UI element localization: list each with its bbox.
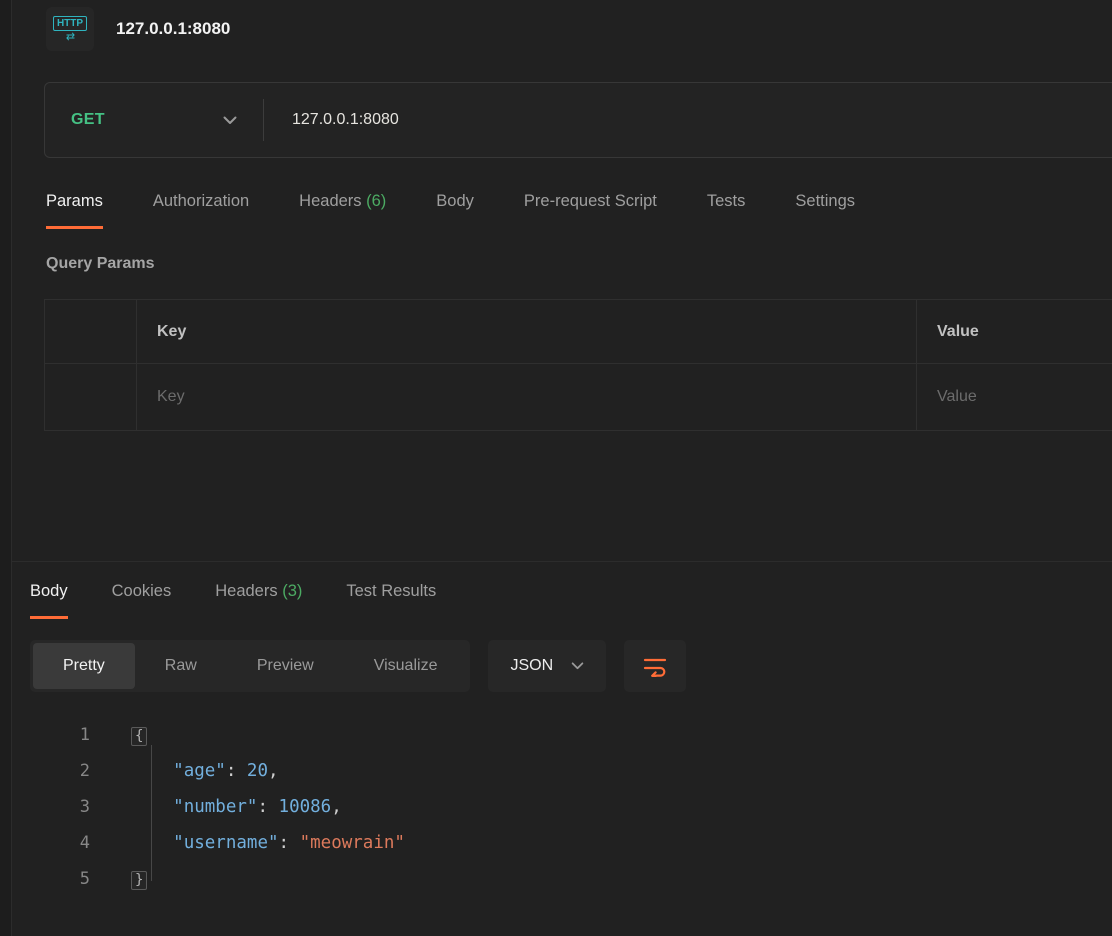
- format-dropdown[interactable]: JSON: [488, 640, 606, 692]
- tab-label: Headers: [299, 192, 361, 210]
- code-content: }: [131, 869, 147, 890]
- request-url-bar: GET: [44, 82, 1112, 158]
- http-arrows-icon: ⇄: [66, 32, 74, 42]
- key-input[interactable]: [157, 388, 916, 406]
- tab-label: Settings: [795, 192, 855, 210]
- response-tab-body[interactable]: Body: [30, 582, 68, 619]
- tab-label: Body: [436, 192, 474, 210]
- tab-label: Body: [30, 582, 68, 600]
- tab-count-badge: (3): [278, 582, 303, 600]
- value-column-header: Value: [916, 300, 1112, 364]
- code-line: 5}: [30, 861, 1112, 897]
- view-tab-pretty[interactable]: Pretty: [33, 643, 135, 689]
- code-line: 1{: [30, 717, 1112, 753]
- query-params-table: Key Value: [44, 299, 1112, 431]
- url-input[interactable]: [264, 83, 1112, 157]
- response-body-viewer[interactable]: 1{2 "age": 20,3 "number": 10086,4 "usern…: [12, 717, 1112, 897]
- value-input[interactable]: [937, 388, 1112, 406]
- request-tab-authorization[interactable]: Authorization: [153, 192, 249, 229]
- request-panel: HTTP ⇄ 127.0.0.1:8080 GET Params Authoriz…: [12, 0, 1112, 936]
- response-view-tabs: PrettyRawPreviewVisualize: [30, 640, 470, 692]
- line-number: 1: [30, 725, 90, 745]
- code-lines: 1{2 "age": 20,3 "number": 10086,4 "usern…: [30, 717, 1112, 897]
- code-fold-guide: [151, 745, 152, 881]
- response-panel: Body Cookies Headers (3) Test Results Prett…: [12, 562, 1112, 897]
- format-label: JSON: [510, 657, 553, 675]
- key-input-cell: [136, 364, 916, 430]
- request-title: 127.0.0.1:8080: [116, 19, 230, 39]
- tab-label: Tests: [707, 192, 746, 210]
- chevron-down-icon: [223, 116, 237, 125]
- request-tab-body[interactable]: Body: [436, 192, 474, 229]
- view-tab-visualize[interactable]: Visualize: [344, 643, 468, 689]
- http-icon-label: HTTP: [53, 16, 87, 31]
- code-line: 4 "username": "meowrain": [30, 825, 1112, 861]
- request-tab-pre-request-script[interactable]: Pre-request Script: [524, 192, 657, 229]
- tab-label: Authorization: [153, 192, 249, 210]
- response-view-bar: PrettyRawPreviewVisualize JSON: [30, 640, 1112, 692]
- code-line: 2 "age": 20,: [30, 753, 1112, 789]
- response-tab-cookies[interactable]: Cookies: [112, 582, 172, 619]
- wrap-text-icon: [642, 655, 668, 677]
- checkbox-column-header: [45, 300, 136, 364]
- code-content: "username": "meowrain": [131, 833, 405, 853]
- method-select[interactable]: GET: [45, 83, 263, 157]
- value-input-cell: [916, 364, 1112, 430]
- request-tab-params[interactable]: Params: [46, 192, 103, 229]
- tab-label: Params: [46, 192, 103, 210]
- request-tabs: Params Authorization Headers (6) Body Pre-re…: [46, 192, 1112, 229]
- code-content: {: [131, 725, 147, 746]
- response-tabs: Body Cookies Headers (3) Test Results: [30, 582, 1112, 619]
- tab-label: Cookies: [112, 582, 172, 600]
- request-tab-tests[interactable]: Tests: [707, 192, 746, 229]
- view-tab-preview[interactable]: Preview: [227, 643, 344, 689]
- tab-count-badge: (6): [362, 192, 387, 210]
- request-tab-settings[interactable]: Settings: [795, 192, 855, 229]
- response-tab-headers[interactable]: Headers (3): [215, 582, 302, 619]
- chevron-down-icon: [571, 662, 584, 670]
- line-number: 4: [30, 833, 90, 853]
- line-number: 2: [30, 761, 90, 781]
- wrap-text-button[interactable]: [624, 640, 686, 692]
- tab-label: Headers: [215, 582, 277, 600]
- tab-label: Pre-request Script: [524, 192, 657, 210]
- code-line: 3 "number": 10086,: [30, 789, 1112, 825]
- query-params-heading: Query Params: [46, 255, 1112, 273]
- request-tab-headers[interactable]: Headers (6): [299, 192, 386, 229]
- row-checkbox-cell: [45, 364, 136, 430]
- response-tab-test-results[interactable]: Test Results: [346, 582, 436, 619]
- code-content: "number": 10086,: [131, 797, 342, 817]
- code-content: "age": 20,: [131, 761, 279, 781]
- line-number: 3: [30, 797, 90, 817]
- tab-label: Test Results: [346, 582, 436, 600]
- key-column-header: Key: [136, 300, 916, 364]
- line-number: 5: [30, 869, 90, 889]
- view-tab-raw[interactable]: Raw: [135, 643, 227, 689]
- http-request-icon: HTTP ⇄: [46, 7, 94, 51]
- method-label: GET: [71, 111, 105, 129]
- sidebar-edge: [0, 0, 12, 936]
- request-header: HTTP ⇄ 127.0.0.1:8080: [12, 0, 1112, 52]
